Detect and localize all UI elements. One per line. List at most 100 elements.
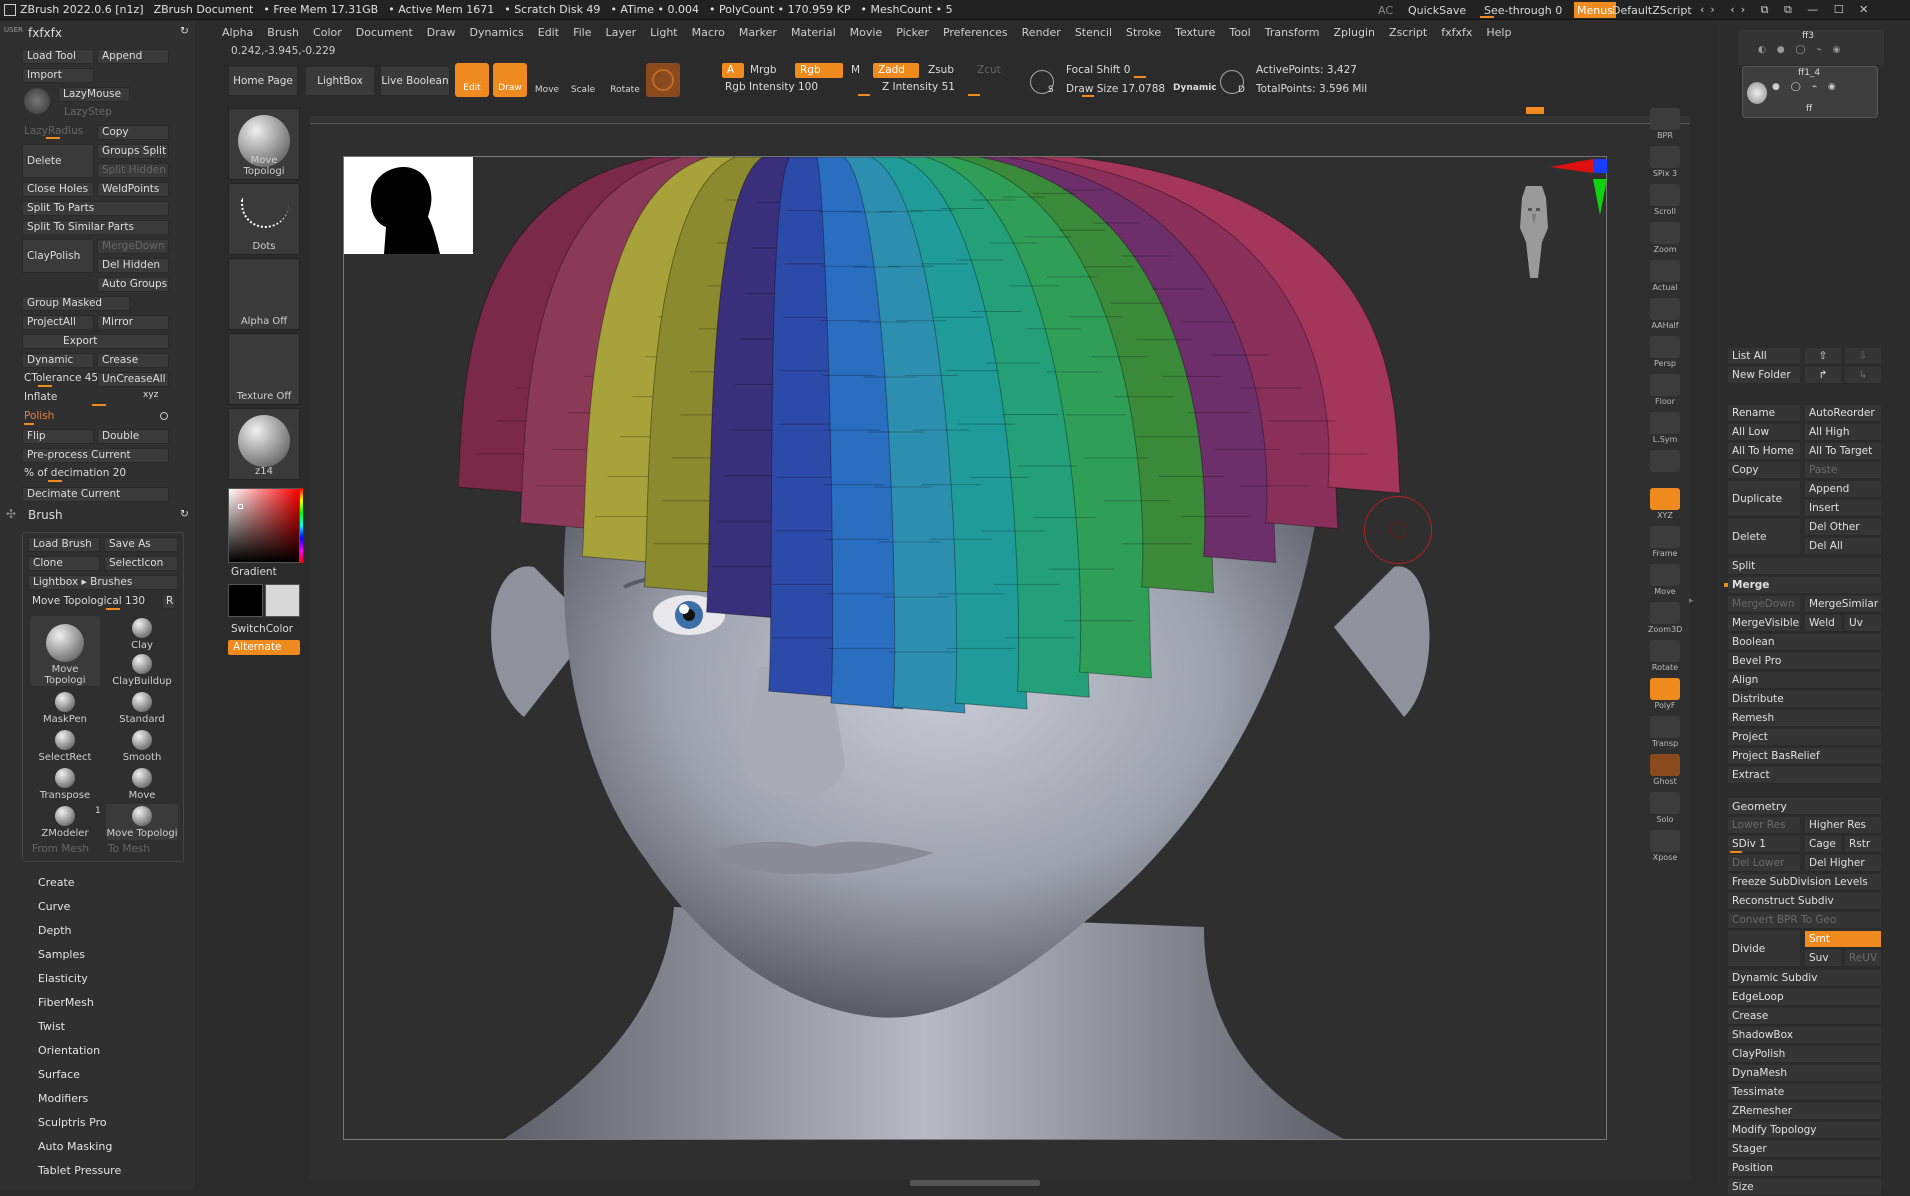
split-to-similar-parts-button[interactable]: Split To Similar Parts (22, 220, 169, 235)
autoreorder-button[interactable]: AutoReorder (1805, 405, 1881, 422)
all-to-home-button[interactable]: All To Home (1728, 443, 1800, 460)
close-holes-button[interactable]: Close Holes (22, 182, 94, 197)
del-all-button[interactable]: Del All (1805, 538, 1881, 555)
brush-selectrect[interactable]: SelectRect (30, 728, 100, 764)
mergedown-button[interactable]: MergeDown (97, 239, 169, 254)
geometry-size[interactable]: Size (1728, 1179, 1881, 1196)
lock-button[interactable] (1648, 450, 1682, 473)
shelf-thumb-1[interactable]: Dots (228, 183, 300, 255)
brush-claybuildup[interactable]: ClayBuildup (112, 652, 172, 688)
geometry-edgeloop[interactable]: EdgeLoop (1728, 989, 1881, 1006)
section-bevel-pro[interactable]: Bevel Pro (1728, 653, 1881, 670)
freeze-subdivision-button[interactable]: Freeze SubDivision Levels (1728, 874, 1881, 891)
section-modifiers[interactable]: Modifiers (38, 1092, 88, 1105)
mergedown-subtool-button[interactable]: MergeDown (1728, 596, 1800, 613)
brush-clay[interactable]: Clay (112, 616, 172, 652)
geometry-modify-topology[interactable]: Modify Topology (1728, 1122, 1881, 1139)
menu-edit[interactable]: Edit (538, 26, 559, 39)
menu-marker[interactable]: Marker (739, 26, 777, 39)
window-controls-icon[interactable]: ‹› ‹› ⧉ ⧉ — ☐ ✕ (1700, 0, 1874, 20)
material-sphere-button[interactable] (646, 63, 680, 97)
menu-light[interactable]: Light (650, 26, 677, 39)
subtool-item-ff[interactable]: ff (1806, 104, 1812, 114)
geometry-dynamic-subdiv[interactable]: Dynamic Subdiv (1728, 970, 1881, 987)
del-other-button[interactable]: Del Other (1805, 519, 1881, 536)
brush-pin-icon[interactable]: ✣ (6, 507, 16, 521)
menus-button[interactable]: Menus (1574, 2, 1616, 18)
subtool-visibility-icons[interactable]: ◐ ● ◯ ⌁ ◉ (1758, 45, 1845, 55)
subtool-row-icons[interactable]: ● ◯ ⌁ ◉ (1772, 82, 1840, 92)
import-button[interactable]: Import (22, 68, 94, 83)
z-intensity-slider[interactable]: Z Intensity 51 (882, 81, 955, 93)
delete-subtool-button[interactable]: Delete (1728, 519, 1800, 555)
move-up-icon[interactable]: ⇧ (1805, 348, 1841, 365)
frame-button[interactable]: Frame (1648, 526, 1682, 558)
menu-transform[interactable]: Transform (1265, 26, 1320, 39)
section-surface[interactable]: Surface (38, 1068, 80, 1081)
split-hidden-button[interactable]: Split Hidden (97, 163, 169, 178)
brush-transpose[interactable]: Transpose (30, 766, 100, 802)
live-boolean-button[interactable]: Live Boolean (380, 66, 450, 96)
ghost-button[interactable]: Ghost (1648, 754, 1682, 786)
all-low-button[interactable]: All Low (1728, 424, 1800, 441)
duplicate-button[interactable]: Duplicate (1728, 481, 1800, 517)
del-higher-button[interactable]: Del Higher (1805, 855, 1881, 872)
auto-groups-button[interactable]: Auto Groups (97, 277, 169, 292)
xyz-button[interactable]: XYZ (1648, 488, 1682, 520)
decimate-current-button[interactable]: Decimate Current (22, 487, 169, 502)
section-samples[interactable]: Samples (38, 948, 85, 961)
crease-button[interactable]: Crease (97, 353, 169, 368)
menu-movie[interactable]: Movie (850, 26, 883, 39)
decimation-slider[interactable]: % of decimation 20 (24, 467, 126, 479)
weld-button[interactable]: Weld (1805, 615, 1841, 632)
zsub-button[interactable]: Zsub (928, 64, 954, 76)
subtool-item-ff1-4[interactable]: ff1_4 (1798, 68, 1820, 78)
alternate-button[interactable]: Alternate (228, 640, 300, 655)
mergesimilar-button[interactable]: MergeSimilar (1805, 596, 1881, 613)
aahalf-button[interactable]: AAHalf (1648, 298, 1682, 330)
delete-button[interactable]: Delete (22, 144, 94, 178)
lightbox-button[interactable]: LightBox (305, 66, 375, 96)
geometry-stager[interactable]: Stager (1728, 1141, 1881, 1158)
zoom-button[interactable]: Zoom (1648, 222, 1682, 254)
section-align[interactable]: Align (1728, 672, 1881, 689)
menu-macro[interactable]: Macro (692, 26, 725, 39)
geometry-crease[interactable]: Crease (1728, 1008, 1881, 1025)
section-twist[interactable]: Twist (38, 1020, 65, 1033)
weldpoints-button[interactable]: WeldPoints (97, 182, 169, 197)
see-through-slider[interactable]: See-through 0 (1484, 0, 1562, 20)
scale-tool-button[interactable]: Scale (568, 63, 598, 97)
move-button[interactable]: Move (1648, 564, 1682, 596)
lazymouse-icon[interactable] (24, 88, 50, 114)
uv-button[interactable]: Uv (1845, 615, 1881, 632)
polish-circle-icon[interactable] (160, 412, 168, 420)
insert-button[interactable]: Insert (1805, 500, 1881, 517)
geometry-claypolish[interactable]: ClayPolish (1728, 1046, 1881, 1063)
viewport-model[interactable] (344, 157, 1606, 1139)
draw-button[interactable]: Draw (493, 63, 527, 97)
uncreaseall-button[interactable]: UnCreaseAll (97, 372, 169, 387)
all-to-target-button[interactable]: All To Target (1805, 443, 1881, 460)
menu-texture[interactable]: Texture (1175, 26, 1215, 39)
lower-res-button[interactable]: Lower Res (1728, 817, 1800, 834)
color-cursor[interactable] (238, 504, 243, 509)
brush-refresh-icon[interactable]: ↻ (180, 508, 189, 520)
bottom-tray-handle[interactable] (910, 1180, 1040, 1186)
geometry-dynamesh[interactable]: DynaMesh (1728, 1065, 1881, 1082)
inflate-slider[interactable]: Inflate (24, 391, 57, 403)
del-lower-button[interactable]: Del Lower (1728, 855, 1800, 872)
lsym-button[interactable]: L.Sym (1648, 412, 1682, 444)
gradient-label[interactable]: Gradient (231, 566, 277, 578)
split-section[interactable]: Split (1728, 558, 1881, 575)
paste-subtool-button[interactable]: Paste (1805, 462, 1881, 479)
rename-button[interactable]: Rename (1728, 405, 1800, 422)
shelf-thumb-2[interactable]: Alpha Off (228, 258, 300, 330)
section-auto-masking[interactable]: Auto Masking (38, 1140, 112, 1153)
preprocess-current-button[interactable]: Pre-process Current (22, 448, 169, 463)
groups-split-button[interactable]: Groups Split (97, 144, 169, 159)
rotate-tool-button[interactable]: Rotate (608, 63, 642, 97)
lazymouse-button[interactable]: LazyMouse (58, 87, 130, 102)
bpr-button[interactable]: BPR (1648, 108, 1682, 140)
merge-section[interactable]: Merge (1728, 577, 1881, 594)
move-tool-button[interactable]: Move (532, 63, 562, 97)
